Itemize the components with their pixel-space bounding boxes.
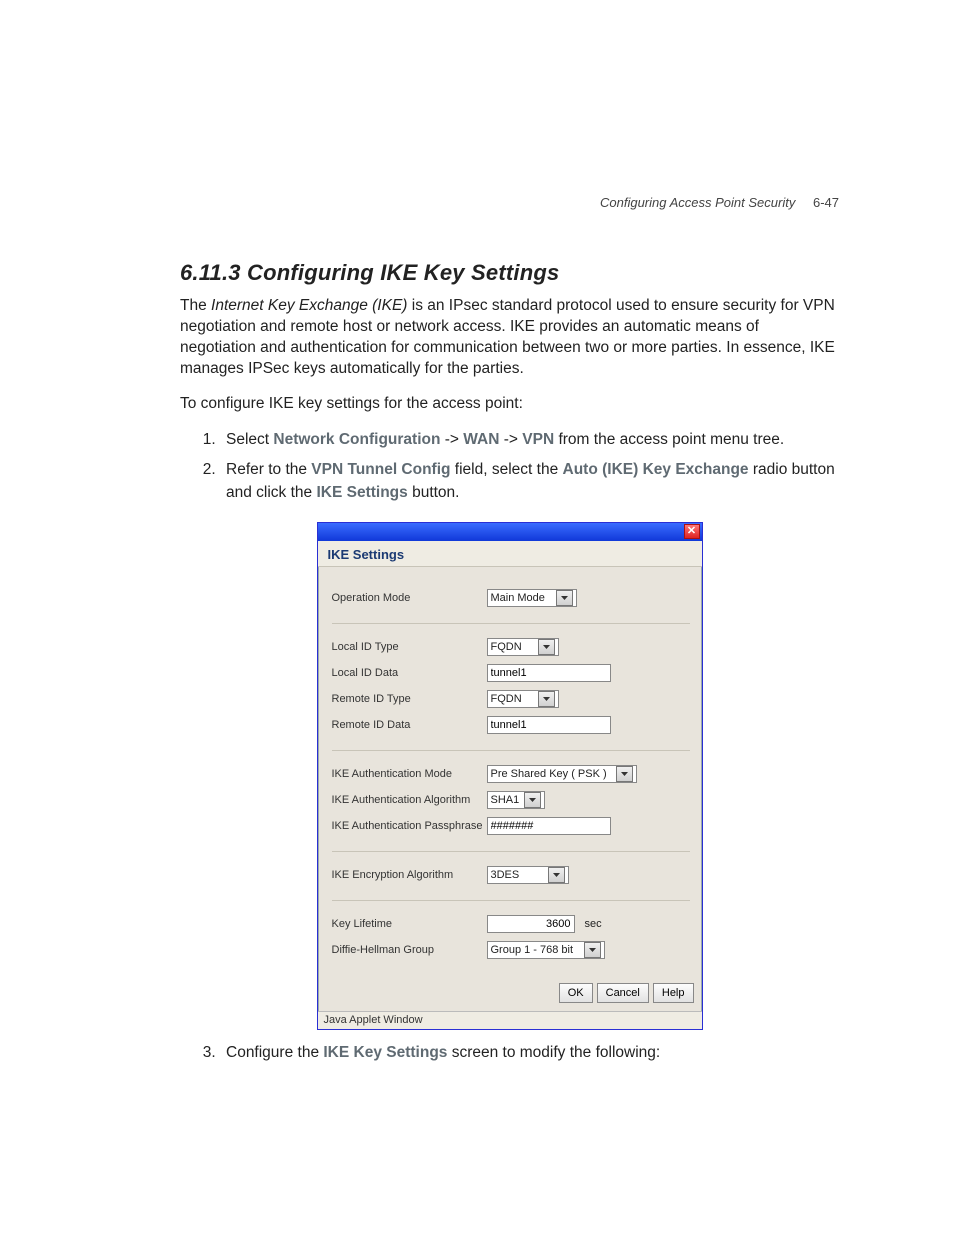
section-heading: 6.11.3 Configuring IKE Key Settings <box>180 260 839 286</box>
page-header: Configuring Access Point Security 6-47 <box>600 195 839 210</box>
label-enc-algo: IKE Encryption Algorithm <box>332 869 487 881</box>
row-dh-group: Diffie-Hellman Group Group 1 - 768 bit <box>332 941 690 959</box>
select-value: Group 1 - 768 bit <box>491 944 574 956</box>
steps-list: Select Network Configuration -> WAN -> V… <box>220 429 839 504</box>
select-value: Main Mode <box>491 592 545 604</box>
row-enc-algo: IKE Encryption Algorithm 3DES <box>332 866 690 884</box>
row-auth-algo: IKE Authentication Algorithm SHA1 <box>332 791 690 809</box>
select-auth-algo[interactable]: SHA1 <box>487 791 545 809</box>
label-dh-group: Diffie-Hellman Group <box>332 944 487 956</box>
select-value: Pre Shared Key ( PSK ) <box>491 768 607 780</box>
manual-page: Configuring Access Point Security 6-47 6… <box>0 0 954 1235</box>
ref-vpn-tunnel-config: VPN Tunnel Config <box>311 461 450 478</box>
text: -> <box>499 431 522 448</box>
help-button[interactable]: Help <box>653 983 694 1003</box>
ref-ike-key-settings: IKE Key Settings <box>323 1044 447 1061</box>
row-local-id-data: Local ID Data <box>332 664 690 682</box>
text: Refer to the <box>226 461 311 478</box>
label-remote-id-type: Remote ID Type <box>332 693 487 705</box>
step-2: Refer to the VPN Tunnel Config field, se… <box>220 459 839 504</box>
row-auth-pass: IKE Authentication Passphrase <box>332 817 690 835</box>
ike-settings-dialog: ✕ IKE Settings Operation Mode Main Mode <box>317 522 703 1030</box>
label-auth-mode: IKE Authentication Mode <box>332 768 487 780</box>
input-local-id-data[interactable] <box>487 664 611 682</box>
row-local-id-type: Local ID Type FQDN <box>332 638 690 656</box>
screenshot-wrap: ✕ IKE Settings Operation Mode Main Mode <box>180 522 839 1030</box>
step-3: Configure the IKE Key Settings screen to… <box>220 1042 839 1064</box>
chevron-down-icon <box>548 867 565 883</box>
chevron-down-icon <box>616 766 633 782</box>
close-icon[interactable]: ✕ <box>684 524 700 539</box>
select-value: FQDN <box>491 693 522 705</box>
label-remote-id-data: Remote ID Data <box>332 719 487 731</box>
intro-paragraph: The Internet Key Exchange (IKE) is an IP… <box>180 296 839 380</box>
group-operation-mode: Operation Mode Main Mode <box>332 575 690 624</box>
label-local-id-data: Local ID Data <box>332 667 487 679</box>
dialog-titlebar[interactable]: ✕ <box>318 523 702 541</box>
chevron-down-icon <box>538 639 555 655</box>
chevron-down-icon <box>538 691 555 707</box>
dialog-title: IKE Settings <box>318 541 702 567</box>
select-enc-algo[interactable]: 3DES <box>487 866 569 884</box>
nav-network-configuration: Network Configuration <box>273 431 440 448</box>
chevron-down-icon <box>524 792 541 808</box>
label-auth-algo: IKE Authentication Algorithm <box>332 794 487 806</box>
dialog-content: Operation Mode Main Mode Local ID Type F… <box>318 567 702 975</box>
row-remote-id-type: Remote ID Type FQDN <box>332 690 690 708</box>
text: from the access point menu tree. <box>554 431 784 448</box>
nav-vpn: VPN <box>522 431 554 448</box>
text: The <box>180 297 211 314</box>
input-auth-passphrase[interactable] <box>487 817 611 835</box>
text: Select <box>226 431 273 448</box>
group-key-lifetime: Key Lifetime sec Diffie-Hellman Group Gr… <box>332 901 690 975</box>
label-operation-mode: Operation Mode <box>332 592 487 604</box>
input-key-lifetime[interactable] <box>487 915 575 933</box>
group-identity: Local ID Type FQDN Local ID Data Remote … <box>332 624 690 751</box>
select-remote-id-type[interactable]: FQDN <box>487 690 559 708</box>
select-value: SHA1 <box>491 794 520 806</box>
select-dh-group[interactable]: Group 1 - 768 bit <box>487 941 605 959</box>
dialog-buttons: OK Cancel Help <box>318 975 702 1011</box>
label-key-life: Key Lifetime <box>332 918 487 930</box>
cancel-button[interactable]: Cancel <box>597 983 649 1003</box>
page-number: 6-47 <box>813 195 839 210</box>
status-bar: Java Applet Window <box>318 1011 702 1029</box>
row-key-life: Key Lifetime sec <box>332 915 690 933</box>
chevron-down-icon <box>584 942 601 958</box>
unit-sec: sec <box>585 918 602 930</box>
nav-wan: WAN <box>463 431 499 448</box>
text: Configure the <box>226 1044 323 1061</box>
close-glyph: ✕ <box>687 525 696 537</box>
select-local-id-type[interactable]: FQDN <box>487 638 559 656</box>
ref-auto-ike-key-exchange: Auto (IKE) Key Exchange <box>563 461 749 478</box>
steps-list-continued: Configure the IKE Key Settings screen to… <box>220 1042 839 1064</box>
select-value: 3DES <box>491 869 520 881</box>
select-operation-mode[interactable]: Main Mode <box>487 589 577 607</box>
row-operation-mode: Operation Mode Main Mode <box>332 589 690 607</box>
input-remote-id-data[interactable] <box>487 716 611 734</box>
text: button. <box>408 484 460 501</box>
row-remote-id-data: Remote ID Data <box>332 716 690 734</box>
ok-button[interactable]: OK <box>559 983 593 1003</box>
group-encryption: IKE Encryption Algorithm 3DES <box>332 852 690 901</box>
select-auth-mode[interactable]: Pre Shared Key ( PSK ) <box>487 765 637 783</box>
row-auth-mode: IKE Authentication Mode Pre Shared Key (… <box>332 765 690 783</box>
text: field, select the <box>451 461 563 478</box>
label-local-id-type: Local ID Type <box>332 641 487 653</box>
text: -> <box>440 431 463 448</box>
label-auth-pass: IKE Authentication Passphrase <box>332 820 487 832</box>
select-value: FQDN <box>491 641 522 653</box>
step-1: Select Network Configuration -> WAN -> V… <box>220 429 839 451</box>
text: screen to modify the following: <box>447 1044 660 1061</box>
chevron-down-icon <box>556 590 573 606</box>
chapter-name: Configuring Access Point Security <box>600 195 795 210</box>
ike-term: Internet Key Exchange (IKE) <box>211 297 407 314</box>
ref-ike-settings: IKE Settings <box>316 484 407 501</box>
group-authentication: IKE Authentication Mode Pre Shared Key (… <box>332 751 690 852</box>
lead-in: To configure IKE key settings for the ac… <box>180 394 839 415</box>
